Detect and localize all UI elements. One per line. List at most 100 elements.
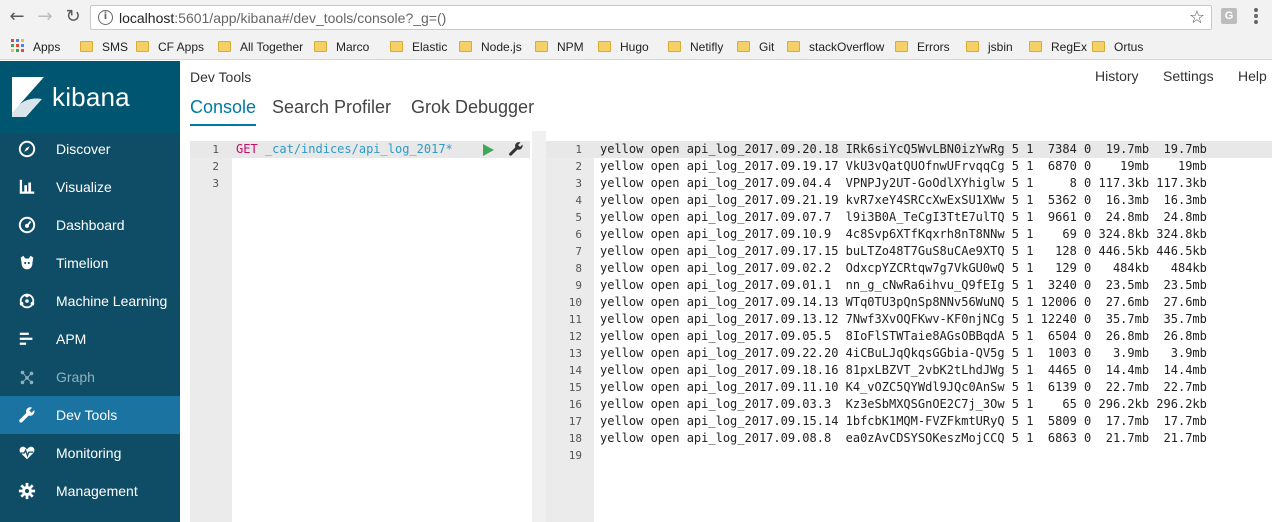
browser-toolbar: ← → ↻ i localhost:5601/app/kibana#/dev_t… xyxy=(0,0,1272,34)
folder-icon xyxy=(966,41,979,52)
response-line: yellow open api_log_2017.09.21.19 kvR7xe… xyxy=(600,193,1207,207)
bookmark-label: jsbin xyxy=(988,40,1013,54)
sidebar-item-apm[interactable]: APM xyxy=(0,320,180,358)
line-number: 18 xyxy=(568,432,582,445)
response-line: yellow open api_log_2017.09.11.10 K4_vOZ… xyxy=(600,380,1207,394)
sidebar-item-label: Monitoring xyxy=(56,445,122,461)
bookmark-folder[interactable]: Elastic xyxy=(390,38,447,56)
folder-icon xyxy=(218,41,231,52)
line-number: 3 xyxy=(212,177,219,190)
bookmark-folder[interactable]: SMS xyxy=(80,38,128,56)
sidebar-item-monitoring[interactable]: Monitoring xyxy=(0,434,180,472)
response-line: yellow open api_log_2017.09.19.17 VkU3vQ… xyxy=(600,159,1207,173)
response-line: yellow open api_log_2017.09.13.12 7Nwf3X… xyxy=(600,312,1207,326)
tab-grok-debugger[interactable]: Grok Debugger xyxy=(411,97,534,124)
line-number: 2 xyxy=(212,160,219,173)
line-number: 3 xyxy=(575,177,582,190)
help-link[interactable]: Help xyxy=(1238,68,1267,84)
heartbeat-icon xyxy=(17,444,37,462)
response-line: yellow open api_log_2017.09.08.8 ea0zAvC… xyxy=(600,431,1207,445)
bookmark-folder[interactable]: RegEx xyxy=(1029,38,1087,56)
bookmark-folder[interactable]: jsbin xyxy=(966,38,1013,56)
reload-icon[interactable]: ↻ xyxy=(62,6,84,28)
url-text: localhost:5601/app/kibana#/dev_tools/con… xyxy=(119,10,446,26)
bookmark-folder[interactable]: Errors xyxy=(895,38,950,56)
folder-icon xyxy=(390,41,403,52)
bookmark-label: stackOverflow xyxy=(809,40,885,54)
back-arrow-icon[interactable]: ← xyxy=(6,6,28,28)
browser-menu-icon[interactable] xyxy=(1250,6,1262,28)
line-number: 14 xyxy=(568,364,582,377)
info-icon[interactable]: i xyxy=(98,10,113,25)
line-number: 1 xyxy=(575,143,582,156)
bookmark-label: Apps xyxy=(33,40,61,54)
graph-icon xyxy=(17,368,37,386)
bookmark-label: Git xyxy=(759,40,775,54)
apps-grid-icon xyxy=(11,39,25,53)
settings-link[interactable]: Settings xyxy=(1163,68,1214,84)
bookmark-label: Hugo xyxy=(620,40,649,54)
sidebar-item-dashboard[interactable]: Dashboard xyxy=(0,206,180,244)
sidebar-item-management[interactable]: Management xyxy=(0,472,180,510)
console-editors: 1 2 3 GET _cat/indices/api_log_2017* 1 yell… xyxy=(180,131,1272,522)
response-editor[interactable]: 1 yellow open api_log_2017.09.20.18 IRk6s… xyxy=(546,131,1272,522)
sidebar-item-machine-learning[interactable]: Machine Learning xyxy=(0,282,180,320)
line-number: 19 xyxy=(568,449,582,462)
sidebar-item-graph[interactable]: Graph xyxy=(0,358,180,396)
folder-icon xyxy=(314,41,327,52)
wrench-icon[interactable] xyxy=(508,141,524,157)
bookmark-folder[interactable]: NPM xyxy=(535,38,584,56)
browser-chrome: ← → ↻ i localhost:5601/app/kibana#/dev_t… xyxy=(0,0,1272,60)
wrench-icon xyxy=(17,406,37,424)
request-method: GET xyxy=(236,142,258,156)
bookmark-folder[interactable]: Netifly xyxy=(668,38,723,56)
dashboard-icon xyxy=(17,216,37,234)
top-links: History Settings Help xyxy=(1092,68,1272,88)
folder-icon xyxy=(459,41,472,52)
sidebar-item-dev-tools[interactable]: Dev Tools xyxy=(0,396,180,434)
sidebar-item-label: Machine Learning xyxy=(56,293,168,309)
sidebar-item-timelion[interactable]: Timelion xyxy=(0,244,180,282)
response-line: yellow open api_log_2017.09.10.9 4c8Svp6… xyxy=(600,227,1207,241)
sidebar-item-label: Discover xyxy=(56,141,111,157)
bookmark-folder[interactable]: Marco xyxy=(314,38,369,56)
line-number: 6 xyxy=(575,228,582,241)
play-icon[interactable] xyxy=(483,144,494,156)
line-number: 17 xyxy=(568,415,582,428)
bookmark-folder[interactable]: Hugo xyxy=(598,38,649,56)
request-line[interactable]: GET _cat/indices/api_log_2017* xyxy=(236,141,453,158)
bookmark-folder[interactable]: All Together xyxy=(218,38,303,56)
tab-console[interactable]: Console xyxy=(190,97,257,126)
bookmark-folder[interactable]: stackOverflow xyxy=(787,38,884,56)
bookmark-folder[interactable]: Ortus xyxy=(1092,38,1143,56)
bookmark-apps[interactable]: Apps xyxy=(11,38,60,56)
response-line: yellow open api_log_2017.09.04.4 VPNPJy2… xyxy=(600,176,1207,190)
sidebar-item-label: APM xyxy=(56,331,87,347)
kibana-logo[interactable]: kibana xyxy=(0,61,180,133)
bookmark-folder[interactable]: CF Apps xyxy=(136,38,204,56)
bookmarks-bar: Apps SMS CF Apps All Together Marco Elastic No… xyxy=(0,34,1272,60)
bookmark-folder[interactable]: Git xyxy=(737,38,774,56)
bookmark-star-icon[interactable]: ☆ xyxy=(1189,7,1205,28)
response-line: yellow open api_log_2017.09.22.20 4iCBuL… xyxy=(600,346,1207,360)
forward-arrow-icon[interactable]: → xyxy=(34,6,56,28)
sidebar-item-discover[interactable]: Discover xyxy=(0,130,180,168)
gear-icon xyxy=(17,482,37,500)
extension-icon[interactable]: G xyxy=(1221,8,1237,24)
address-bar[interactable]: i localhost:5601/app/kibana#/dev_tools/c… xyxy=(90,5,1212,30)
pane-resizer[interactable] xyxy=(532,131,546,522)
folder-icon xyxy=(80,41,93,52)
request-editor[interactable]: 1 2 3 GET _cat/indices/api_log_2017* xyxy=(190,131,530,522)
kibana-logo-text: kibana xyxy=(52,82,130,112)
kibana-logo-icon xyxy=(12,77,44,117)
tab-search-profiler[interactable]: Search Profiler xyxy=(272,97,391,124)
response-line: yellow open api_log_2017.09.01.1 nn_g_cN… xyxy=(600,278,1207,292)
line-number: 2 xyxy=(575,160,582,173)
timelion-icon xyxy=(17,254,37,272)
sidebar-item-visualize[interactable]: Visualize xyxy=(0,168,180,206)
sidebar-item-label: Dashboard xyxy=(56,217,125,233)
bookmark-label: Node.js xyxy=(481,40,522,54)
bookmark-label: Elastic xyxy=(412,40,448,54)
bookmark-folder[interactable]: Node.js xyxy=(459,38,522,56)
history-link[interactable]: History xyxy=(1095,68,1139,84)
